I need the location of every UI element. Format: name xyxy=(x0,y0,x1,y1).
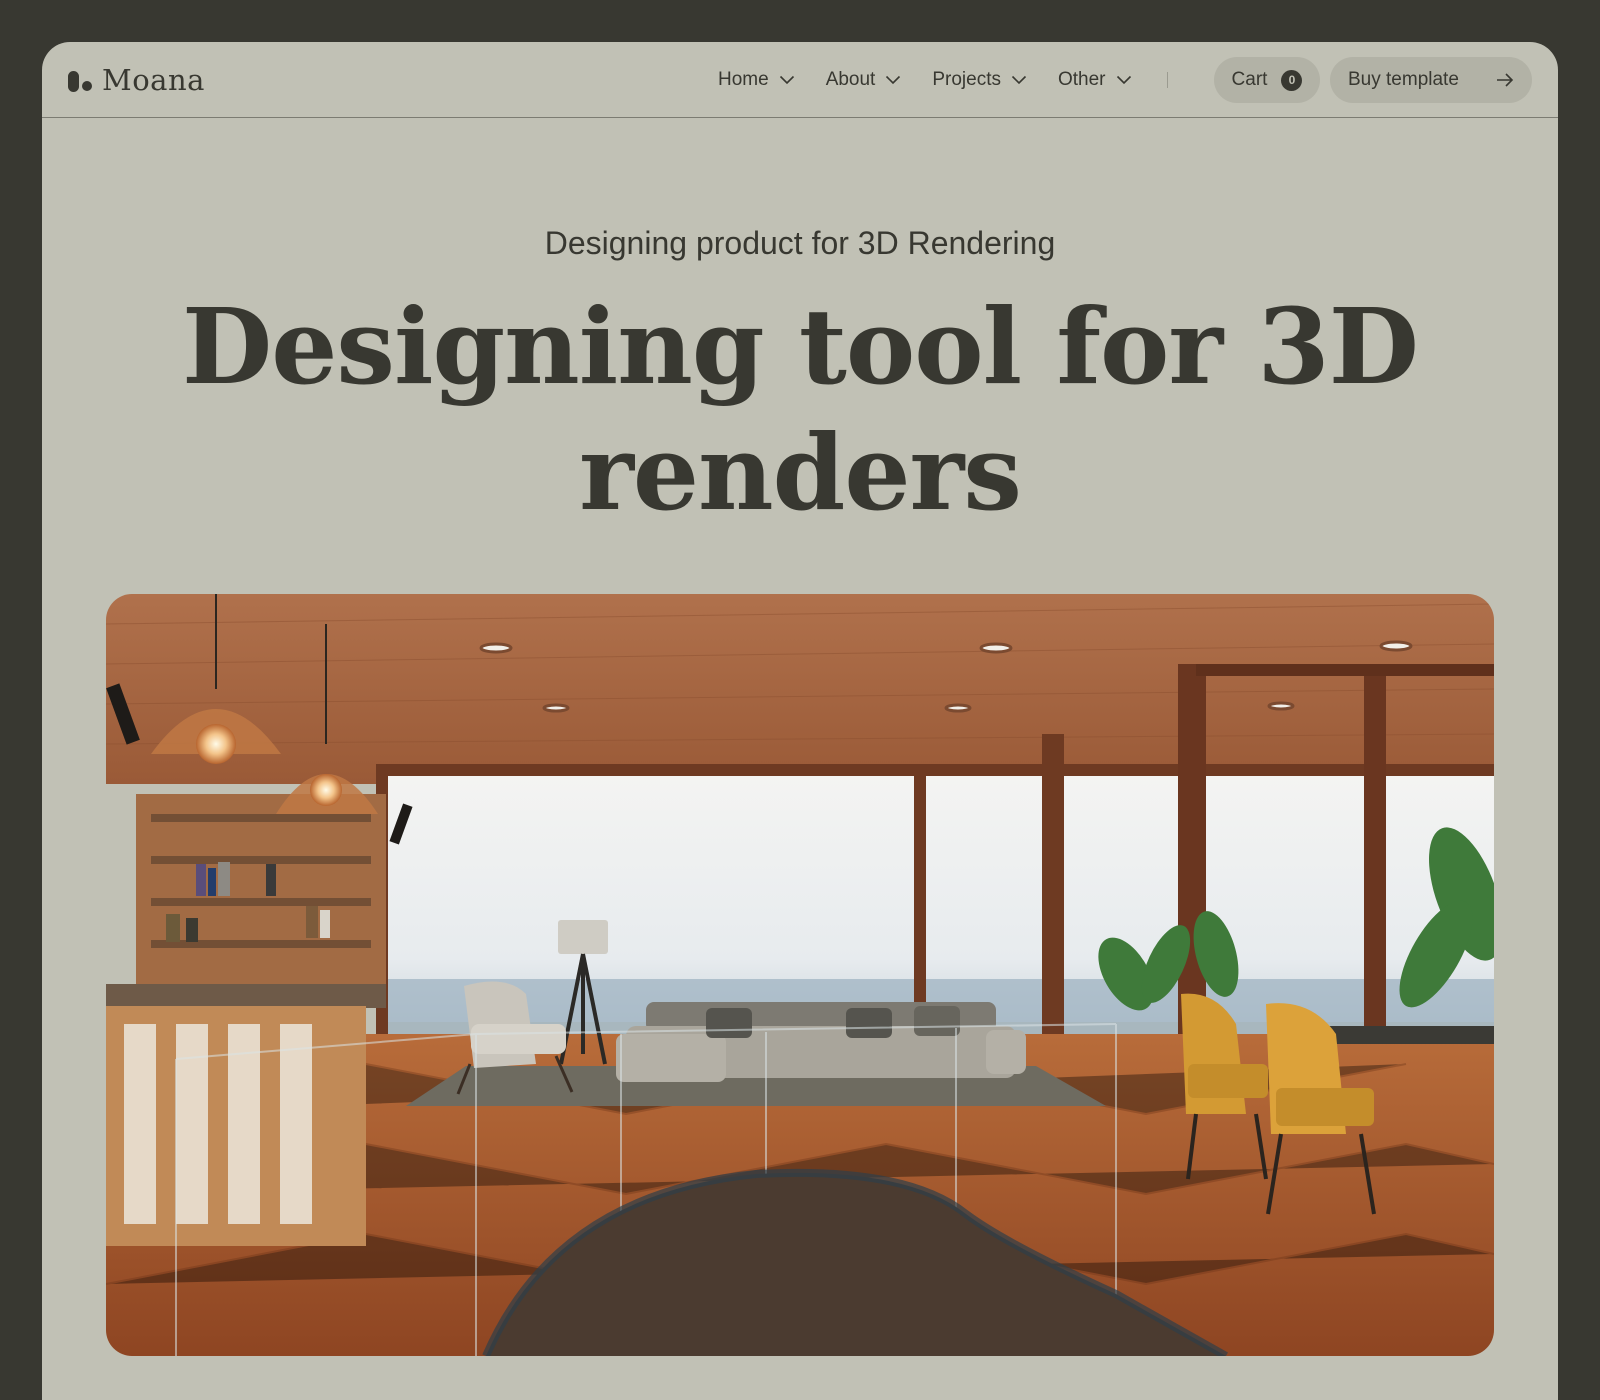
cart-label: Cart xyxy=(1231,69,1268,90)
cart-count-badge: 0 xyxy=(1281,69,1303,91)
hero-title-line-1: Designing tool for 3D xyxy=(182,285,1419,408)
chevron-down-icon xyxy=(1116,75,1131,85)
nav-menu: Home About Projects Other xyxy=(718,42,1169,118)
interior-render-illustration xyxy=(106,594,1494,1356)
navbar: Moana Home About Projects Other Cart 0 B… xyxy=(42,42,1558,118)
buy-template-label: Buy template xyxy=(1348,69,1459,90)
logo-mark-icon xyxy=(68,70,92,92)
arrow-right-icon xyxy=(1497,73,1514,87)
cart-button[interactable]: Cart 0 xyxy=(1214,57,1320,103)
chevron-down-icon xyxy=(779,75,794,85)
hero-subtitle: Designing product for 3D Rendering xyxy=(544,225,1056,261)
brand-name: Moana xyxy=(102,63,205,97)
chevron-down-icon xyxy=(1011,75,1027,85)
nav-item-label: About xyxy=(825,69,876,90)
nav-item-other[interactable]: Other xyxy=(1058,69,1132,91)
nav-item-label: Home xyxy=(718,69,769,90)
page-container: Moana Home About Projects Other Cart 0 B… xyxy=(42,42,1558,1400)
buy-template-button[interactable]: Buy template xyxy=(1330,57,1532,103)
nav-item-label: Projects xyxy=(932,69,1001,90)
nav-item-projects[interactable]: Projects xyxy=(932,69,1027,91)
nav-item-home[interactable]: Home xyxy=(718,69,795,91)
hero-image xyxy=(106,594,1494,1356)
chevron-down-icon xyxy=(886,75,901,85)
brand-logo[interactable]: Moana xyxy=(68,66,205,95)
hero-title: Designing tool for 3D renders xyxy=(42,284,1558,536)
hero-title-line-2: renders xyxy=(579,411,1022,534)
nav-item-label: Other xyxy=(1057,69,1106,90)
nav-divider xyxy=(1166,72,1169,88)
nav-item-about[interactable]: About xyxy=(826,69,902,91)
